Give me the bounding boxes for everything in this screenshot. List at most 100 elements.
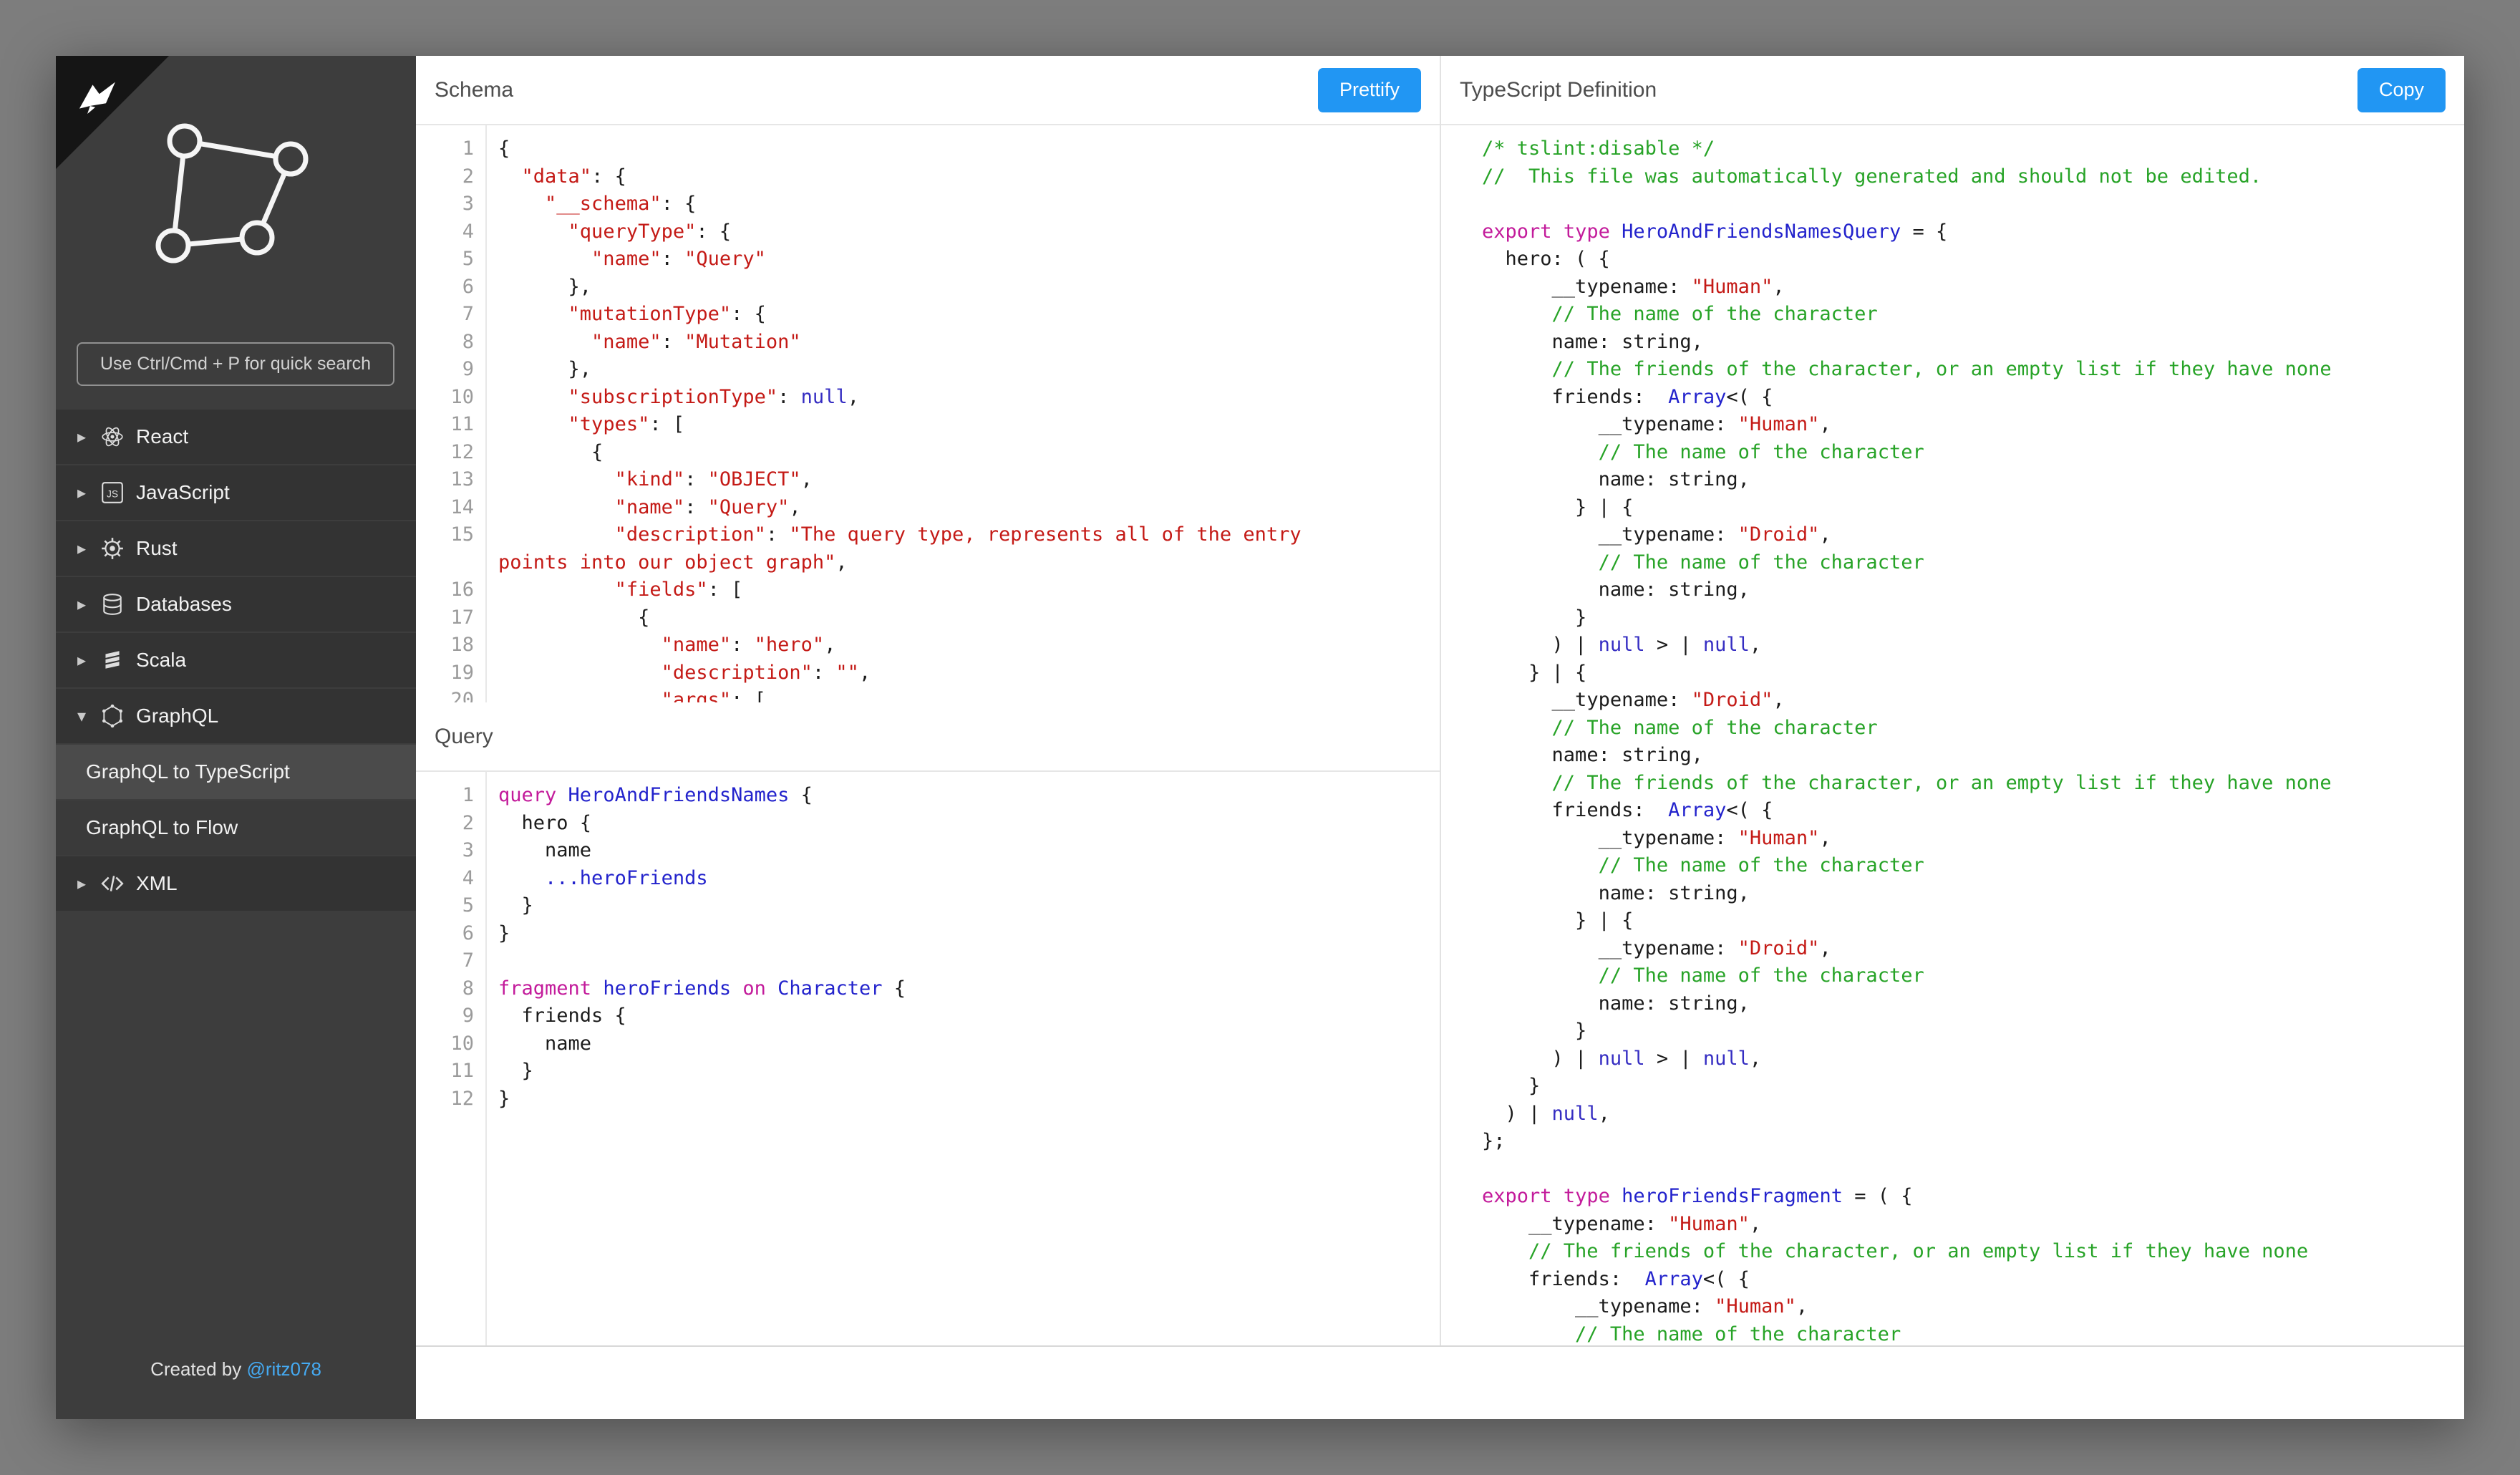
code-line: __typename: "Human", (1482, 825, 2464, 853)
line-number: 4 (416, 865, 487, 893)
code-line: 18 "name": "hero", (416, 632, 1440, 659)
code-line: } | { (1482, 907, 2464, 935)
sidebar-item-graphql-to-flow[interactable]: GraphQL to Flow (56, 801, 416, 856)
schema-panel-header: Schema Prettify (416, 56, 1440, 125)
code-line: 4 "queryType": { (416, 218, 1440, 246)
svg-text:JS: JS (107, 488, 118, 499)
code-line: friends: Array<( { (1482, 797, 2464, 825)
sidebar-item-javascript[interactable]: ▸JSJavaScript (56, 465, 416, 521)
code-line: export type heroFriendsFragment = ( { (1482, 1183, 2464, 1211)
code-line: 7 (416, 947, 1440, 975)
sidebar-item-scala[interactable]: ▸Scala (56, 633, 416, 689)
code-line: // The name of the character (1482, 549, 2464, 577)
code-line: name: string, (1482, 466, 2464, 494)
typescript-code: /* tslint:disable */// This file was aut… (1441, 125, 2464, 1345)
main-content: Schema Prettify 1{2 "data": {3 "__schema… (416, 56, 2464, 1419)
line-number: 18 (416, 632, 487, 659)
code-line: 9 }, (416, 356, 1440, 384)
credit: Created by @ritz078 (56, 1358, 416, 1380)
line-number: 19 (416, 659, 487, 687)
sidebar-item-label: JavaScript (136, 481, 230, 504)
code-line: __typename: "Droid", (1482, 521, 2464, 549)
chevron-right-icon: ▸ (77, 594, 100, 615)
code-line: // The name of the character (1482, 301, 2464, 329)
code-line: 15 "description": "The query type, repre… (416, 521, 1440, 576)
code-line: friends: Array<( { (1482, 1266, 2464, 1294)
code-line: // The name of the character (1482, 439, 2464, 467)
line-number: 7 (416, 301, 487, 329)
code-line: hero: ( { (1482, 246, 2464, 274)
code-line (1482, 1156, 2464, 1184)
sidebar-item-databases[interactable]: ▸Databases (56, 577, 416, 633)
code-line: 12 { (416, 439, 1440, 467)
code-line: // The name of the character (1482, 715, 2464, 743)
code-line: 11 } (416, 1058, 1440, 1085)
sidebar-item-react[interactable]: ▸React (56, 410, 416, 465)
line-number: 10 (416, 384, 487, 412)
sidebar-item-graphql[interactable]: ▾GraphQL (56, 689, 416, 745)
line-number: 13 (416, 466, 487, 494)
sidebar-item-xml[interactable]: ▸XML (56, 856, 416, 912)
query-panel-title: Query (435, 725, 493, 749)
line-number: 12 (416, 439, 487, 467)
query-editor[interactable]: 1query HeroAndFriendsNames {2 hero {3 na… (416, 772, 1440, 1345)
sidebar-item-rust[interactable]: ▸Rust (56, 521, 416, 577)
schema-code[interactable]: 1{2 "data": {3 "__schema": {4 "queryType… (416, 125, 1440, 702)
line-number: 8 (416, 975, 487, 1003)
code-line: // The friends of the character, or an e… (1482, 1238, 2464, 1266)
typescript-output[interactable]: /* tslint:disable */// This file was aut… (1441, 125, 2464, 1345)
code-line: 11 "types": [ (416, 411, 1440, 439)
output-panel-header: TypeScript Definition Copy (1441, 56, 2464, 125)
code-line (1482, 190, 2464, 218)
code-line: 20 "args": [ (416, 687, 1440, 702)
code-line: name: string, (1482, 880, 2464, 908)
sidebar-nav: ▸React▸JSJavaScript▸Rust▸Databases▸Scala… (56, 410, 416, 912)
copy-button[interactable]: Copy (2357, 68, 2446, 112)
line-number: 12 (416, 1085, 487, 1113)
code-line: 10 "subscriptionType": null, (416, 384, 1440, 412)
code-line: 5 "name": "Query" (416, 246, 1440, 274)
line-number: 9 (416, 1002, 487, 1030)
quick-search-button[interactable]: Use Ctrl/Cmd + P for quick search (77, 342, 394, 386)
line-number: 2 (416, 163, 487, 191)
code-line: 2 hero { (416, 810, 1440, 838)
sidebar-item-graphql-to-typescript[interactable]: GraphQL to TypeScript (56, 745, 416, 801)
code-line: friends: Array<( { (1482, 384, 2464, 412)
line-number: 16 (416, 576, 487, 604)
graphql-icon (100, 704, 125, 728)
chevron-right-icon: ▸ (77, 874, 100, 894)
line-number: 8 (416, 329, 487, 357)
code-line: ) | null, (1482, 1101, 2464, 1128)
code-line: 19 "description": "", (416, 659, 1440, 687)
line-number: 9 (416, 356, 487, 384)
code-line: 16 "fields": [ (416, 576, 1440, 604)
code-line: name: string, (1482, 742, 2464, 770)
query-code[interactable]: 1query HeroAndFriendsNames {2 hero {3 na… (416, 772, 1440, 1113)
line-number: 11 (416, 1058, 487, 1085)
input-column: Schema Prettify 1{2 "data": {3 "__schema… (416, 56, 1441, 1345)
code-line: 1query HeroAndFriendsNames { (416, 782, 1440, 810)
prettify-button[interactable]: Prettify (1318, 68, 1421, 112)
scala-icon (100, 648, 125, 672)
sidebar-item-label: Rust (136, 537, 178, 560)
code-line: 5 } (416, 892, 1440, 920)
output-panel-title: TypeScript Definition (1460, 78, 1657, 102)
code-line: 6 }, (416, 274, 1440, 301)
credit-link[interactable]: @ritz078 (246, 1358, 321, 1380)
line-number: 3 (416, 837, 487, 865)
sidebar: Use Ctrl/Cmd + P for quick search ▸React… (56, 56, 416, 1419)
code-line: __typename: "Human", (1482, 274, 2464, 301)
schema-editor[interactable]: 1{2 "data": {3 "__schema": {4 "queryType… (416, 125, 1440, 702)
line-number: 14 (416, 494, 487, 522)
sidebar-item-label: Scala (136, 649, 186, 672)
code-line: name: string, (1482, 990, 2464, 1018)
code-line: 6} (416, 920, 1440, 948)
line-number: 1 (416, 135, 487, 163)
code-line: 2 "data": { (416, 163, 1440, 191)
code-line: 8 "name": "Mutation" (416, 329, 1440, 357)
line-number: 3 (416, 190, 487, 218)
rust-icon (100, 536, 125, 561)
code-line: 17 { (416, 604, 1440, 632)
line-number: 7 (416, 947, 487, 975)
line-number: 10 (416, 1030, 487, 1058)
